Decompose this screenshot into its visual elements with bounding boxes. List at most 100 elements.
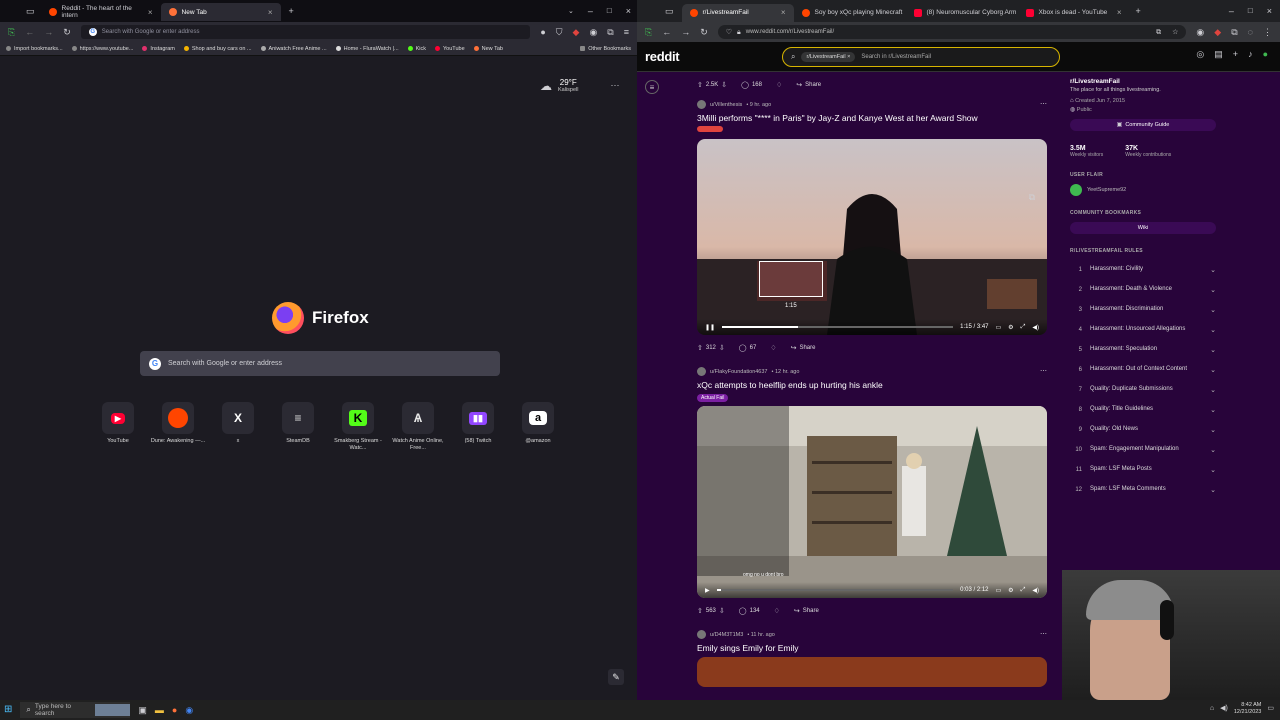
community-name[interactable]: r/LivestreamFail [1070,78,1216,85]
back-arrow-icon[interactable]: ← [25,27,34,37]
share-button[interactable]: ↪ Share [791,345,816,352]
pause-icon[interactable]: ❚❚ [705,324,715,331]
upvote-icon[interactable]: ⇧ [697,82,703,89]
back-arrow-icon[interactable]: ← [662,27,671,37]
side-panel-icon[interactable]: ⎘ [645,27,652,37]
avatar[interactable] [697,100,706,109]
comments-button[interactable]: ◯ 67 [739,345,757,352]
bookmark-item[interactable]: Import bookmarks... [6,46,63,52]
forward-arrow-icon[interactable]: → [44,27,53,37]
maximize-icon[interactable]: □ [1248,7,1253,15]
start-icon[interactable]: ⊞ [4,705,12,715]
extension-icon[interactable]: ● [540,27,545,37]
minimize-icon[interactable]: – [588,6,593,16]
user-flair[interactable]: YeetSupreme92 [1070,184,1216,196]
translate-icon[interactable]: ⧉ [1156,29,1161,36]
extensions-icon[interactable]: ⧉ [1231,27,1237,37]
tab-search-icon[interactable]: ▭ [665,6,674,16]
close-tab-icon[interactable]: × [148,8,153,17]
fullscreen-icon[interactable]: ⤢ [1021,587,1026,594]
post-card[interactable]: u/Villenthesis • 9 hr. ago ⋯ 3Milli perf… [697,100,1057,355]
shortcut-anime[interactable]: Ѧ Watch Anime Online, Free... [388,402,448,452]
notifications-icon[interactable]: ♪ [1248,50,1253,59]
video-player[interactable]: omg no u dont bro ▶ 0:03 / 2:12 ▭ ⚙ ⤢ ◀) [697,406,1047,598]
profile-icon[interactable]: ◌ [1248,27,1253,37]
pocket-icon[interactable]: ⛉ [556,27,563,37]
rule-item[interactable]: 7 Quality: Duplicate Submissions ⌄ [1070,380,1216,400]
rule-item[interactable]: 3 Harassment: Discrimination ⌄ [1070,300,1216,320]
shortcut-twitch[interactable]: ▮▮ (58) Twitch [448,402,508,452]
rule-item[interactable]: 9 Quality: Old News ⌄ [1070,420,1216,440]
forward-arrow-icon[interactable]: → [681,27,690,37]
seek-bar[interactable] [716,589,954,591]
post-title[interactable]: xQc attempts to heelflip ends up hurting… [697,380,1057,390]
rule-item[interactable]: 2 Harassment: Death & Violence ⌄ [1070,280,1216,300]
minimize-icon[interactable]: – [1229,6,1234,16]
volume-icon[interactable]: ◀) [1032,587,1039,594]
chrome-tab-cyborg[interactable]: (8) Neuromuscular Cyborg Arm × [906,4,1018,22]
more-options-icon[interactable]: ⋯ [1040,368,1047,375]
vote-control[interactable]: ⇧ 563 ⇩ [697,608,725,615]
chrome-tab-xbox[interactable]: Xbox is dead - YouTube × [1018,4,1130,22]
taskbar-search-input[interactable]: ⌕ Type here to search [20,702,131,718]
reddit-logo[interactable]: reddit [645,49,680,64]
chevron-down-icon[interactable]: ⌄ [568,8,574,15]
shortcut-kick[interactable]: K Smakberg Stream - Watc... [328,402,388,452]
extension-icon[interactable]: ◉ [1196,27,1204,37]
upvote-icon[interactable]: ⇧ [697,345,703,352]
vote-control[interactable]: ⇧ 312 ⇩ [697,345,725,352]
sound-icon[interactable]: ◉ [589,27,597,37]
award-button[interactable]: ♢ [770,345,776,352]
share-button[interactable]: ↪ Share [796,82,821,89]
seek-bar[interactable] [722,326,954,328]
chevron-down-icon[interactable]: ⌄ [1210,486,1216,494]
reddit-search-input[interactable]: ⌕ r/LivestreamFail × Search in r/Livestr… [782,47,1060,67]
bookmark-item[interactable]: Home - FluraWatch |... [335,46,399,52]
post-flair[interactable] [697,126,723,132]
create-post-icon[interactable]: + [1233,50,1238,59]
chevron-down-icon[interactable]: ⌄ [1210,306,1216,314]
post-author[interactable]: u/FlakyFoundation4637 [710,369,767,375]
rule-item[interactable]: 10 Spam: Engagement Manipulation ⌄ [1070,440,1216,460]
comments-button[interactable]: ◯ 168 [741,82,762,89]
post-card[interactable]: u/D4M3T1M3 • 11 hr. ago ⋯ Emily sings Em… [697,630,1057,687]
adblock-icon[interactable]: ◆ [1214,27,1221,37]
bookmark-star-icon[interactable]: ☆ [1172,29,1178,36]
volume-icon[interactable]: ◀) [1220,705,1228,712]
pip-icon[interactable]: ⧉ [1029,193,1035,202]
post-title[interactable]: 3Milli performs "**** in Paris" by Jay-Z… [697,113,1057,123]
rule-item[interactable]: 8 Quality: Title Guidelines ⌄ [1070,400,1216,420]
new-tab-icon[interactable]: + [1136,6,1141,16]
rule-item[interactable]: 5 Harassment: Speculation ⌄ [1070,340,1216,360]
rule-item[interactable]: 12 Spam: LSF Meta Comments ⌄ [1070,480,1216,500]
chevron-down-icon[interactable]: ⌄ [1210,346,1216,354]
newtab-search-input[interactable]: G Search with Google or enter address [140,351,500,376]
close-window-icon[interactable]: × [1267,6,1272,16]
network-icon[interactable]: ⌂ [1210,705,1214,712]
shortcut-x[interactable]: Xx [208,402,268,452]
chevron-down-icon[interactable]: ⌄ [1210,426,1216,434]
bookmark-item[interactable]: New Tab [473,46,503,52]
downvote-icon[interactable]: ⇩ [719,345,725,352]
close-tab-icon[interactable]: × [781,8,786,17]
settings-icon[interactable]: ⚙ [1008,324,1013,331]
bookmark-item[interactable]: Instagram [142,46,175,52]
settings-icon[interactable]: ⚙ [1008,587,1013,594]
rule-item[interactable]: 4 Harassment: Unsourced Allegations ⌄ [1070,320,1216,340]
chevron-down-icon[interactable]: ⌄ [1210,406,1216,414]
downvote-icon[interactable]: ⇩ [719,608,725,615]
wiki-button[interactable]: Wiki [1070,222,1216,234]
maximize-icon[interactable]: □ [607,7,612,15]
more-options-icon[interactable]: ⋯ [1040,631,1047,638]
close-tab-icon[interactable]: × [268,8,273,17]
chevron-down-icon[interactable]: ⌄ [1210,386,1216,394]
captions-icon[interactable]: ▭ [996,587,1002,594]
clock[interactable]: 8:42 AM 12/21/2023 [1234,702,1262,715]
avatar[interactable] [697,630,706,639]
video-player[interactable]: 1:15 ⧉ ❚❚ 1:15 / 3:47 ▭ ⚙ ⤢ ◀) [697,139,1047,335]
chevron-down-icon[interactable]: ⌄ [1210,286,1216,294]
menu-icon[interactable]: ≡ [624,27,629,37]
shortcut-steamdb[interactable]: ≡ SteamDB [268,402,328,452]
bookmark-item[interactable]: https://www.youtube... [71,46,133,52]
volume-icon[interactable]: ◀) [1032,324,1039,331]
